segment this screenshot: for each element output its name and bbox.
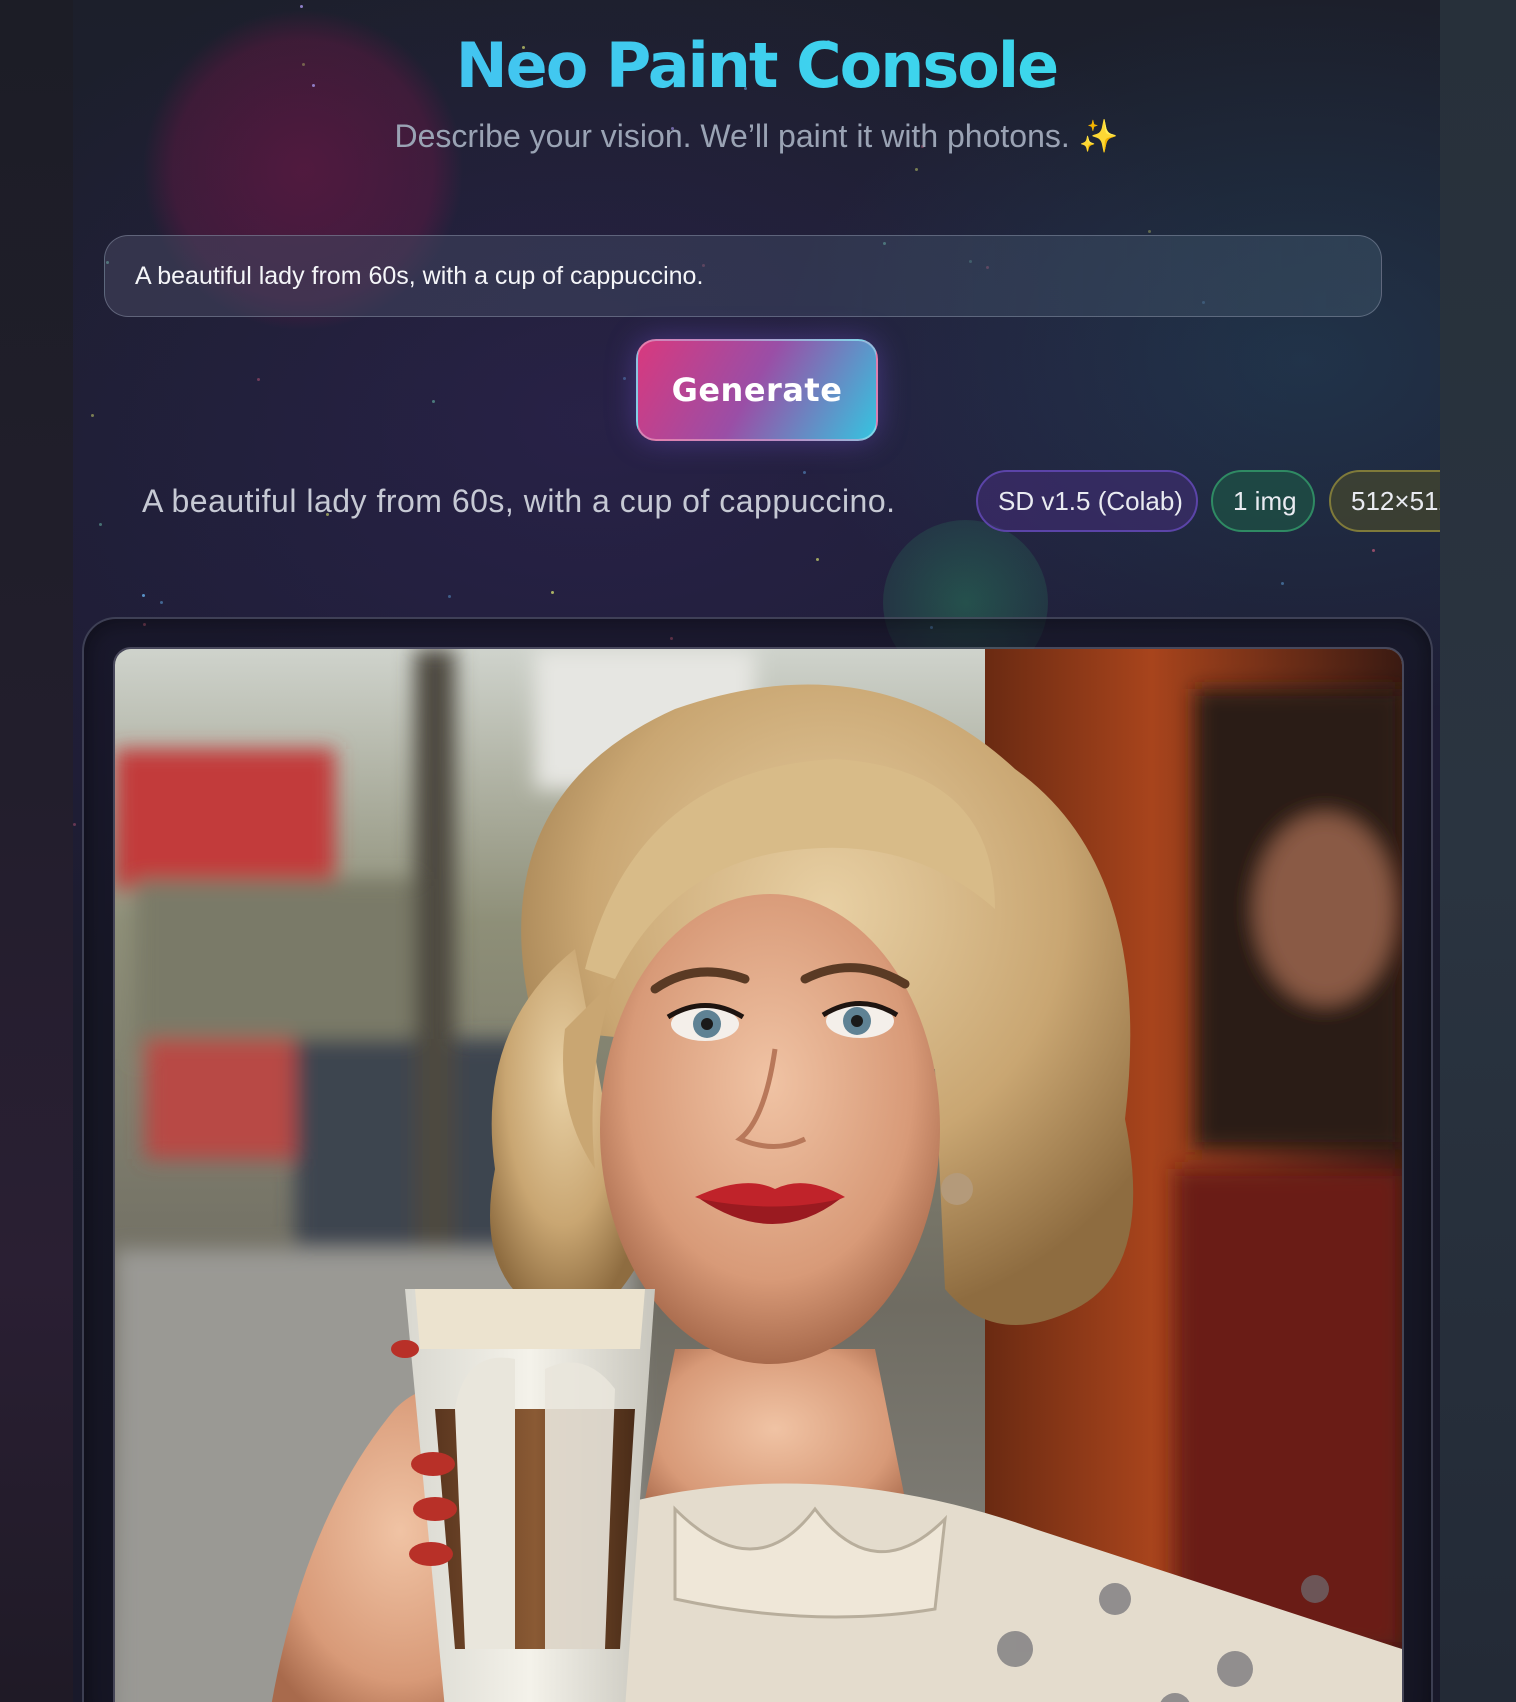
star-dot bbox=[803, 471, 806, 474]
sparkles-icon: ✨ bbox=[1078, 118, 1119, 154]
star-dot bbox=[448, 595, 451, 598]
star-dot bbox=[91, 414, 94, 417]
star-dot bbox=[432, 400, 435, 403]
star-dot bbox=[257, 378, 260, 381]
generated-image[interactable] bbox=[113, 647, 1404, 1702]
resolution-tag: 512×512 bbox=[1329, 470, 1440, 532]
image-count-tag: 1 img bbox=[1211, 470, 1315, 532]
portrait-illustration bbox=[115, 649, 1402, 1702]
result-prompt-text: A beautiful lady from 60s, with a cup of… bbox=[142, 483, 896, 519]
star-dot bbox=[99, 523, 102, 526]
star-dot bbox=[160, 601, 163, 604]
right-backdrop bbox=[1440, 0, 1516, 1702]
prompt-input[interactable] bbox=[104, 235, 1382, 317]
left-backdrop bbox=[0, 0, 73, 1702]
subtitle-text: Describe your vision. We’ll paint it wit… bbox=[394, 118, 1070, 154]
app-title: Neo Paint Console bbox=[73, 28, 1440, 104]
star-dot bbox=[551, 591, 554, 594]
app-subtitle: Describe your vision. We’ll paint it wit… bbox=[73, 114, 1440, 158]
star-dot bbox=[1148, 230, 1151, 233]
star-dot bbox=[915, 168, 918, 171]
star-dot bbox=[1281, 582, 1284, 585]
model-tag: SD v1.5 (Colab) bbox=[976, 470, 1198, 532]
star-dot bbox=[1372, 549, 1375, 552]
star-dot bbox=[142, 594, 145, 597]
star-dot bbox=[623, 377, 626, 380]
generate-button[interactable]: Generate bbox=[636, 339, 878, 441]
star-dot bbox=[73, 823, 76, 826]
star-dot bbox=[300, 5, 303, 8]
star-dot bbox=[816, 558, 819, 561]
app-stage: Neo Paint Console Describe your vision. … bbox=[73, 0, 1440, 1702]
